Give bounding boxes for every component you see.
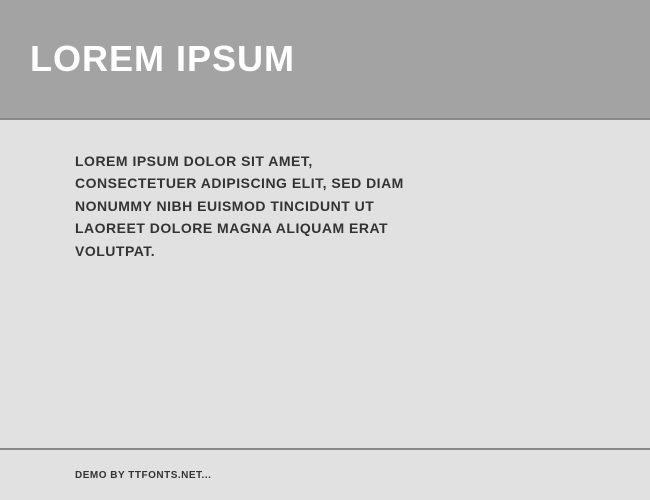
page-title: Lorem Ipsum [30,38,295,80]
footer-area: Demo by ttfonts.net... [0,450,650,481]
content-area: Lorem ipsum dolor sit amet, consectetuer… [0,120,650,450]
footer-credit: Demo by ttfonts.net... [75,470,650,481]
body-paragraph: Lorem ipsum dolor sit amet, consectetuer… [75,150,415,262]
header-bar: Lorem Ipsum [0,0,650,120]
